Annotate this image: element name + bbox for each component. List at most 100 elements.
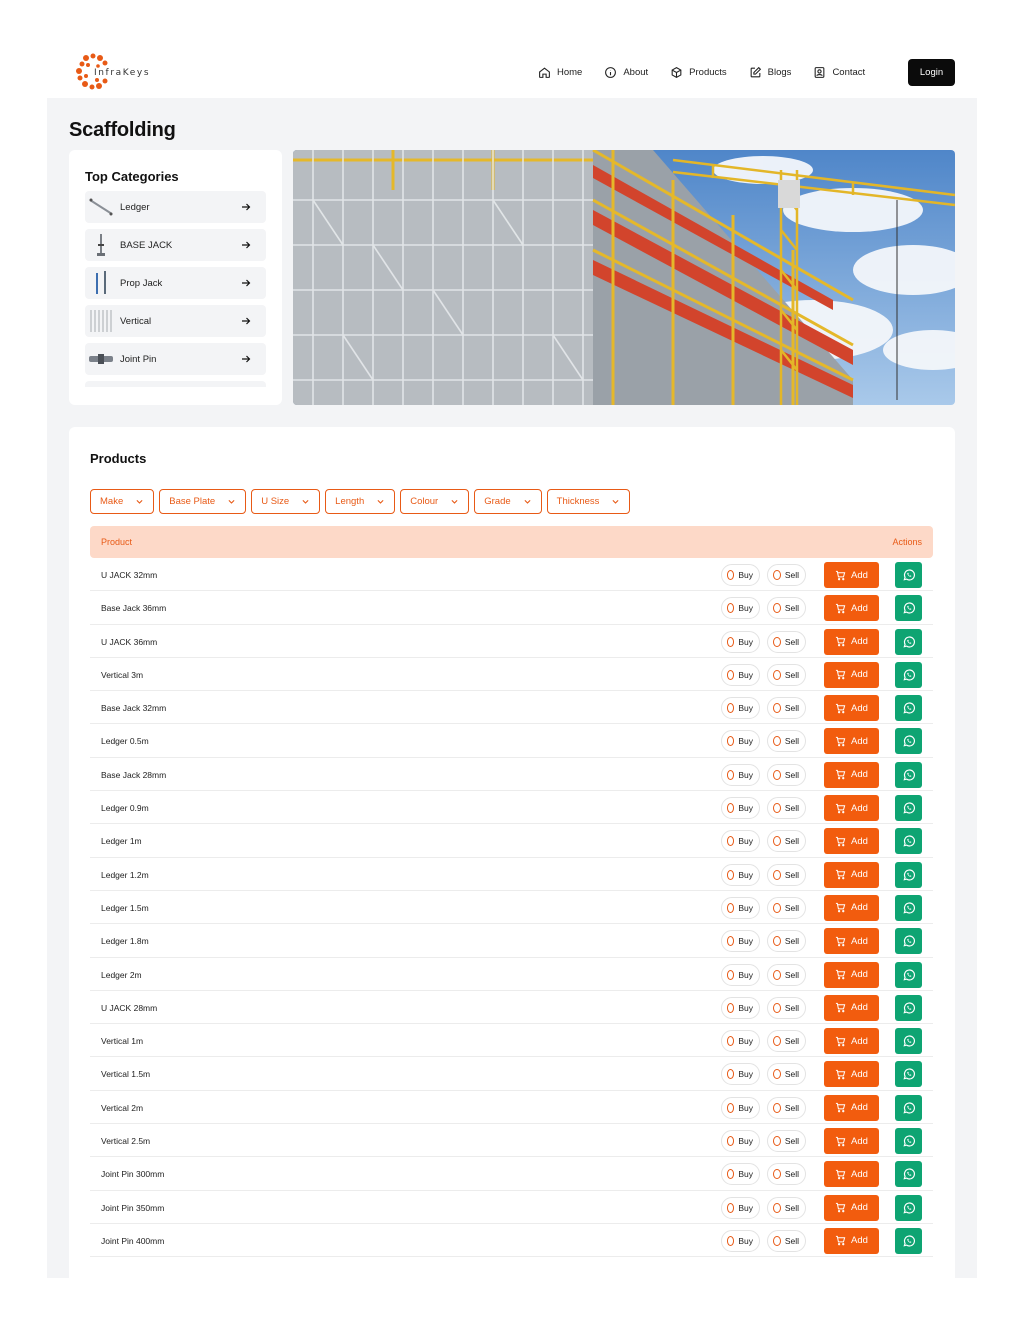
add-to-cart-button[interactable]: Add: [824, 994, 879, 1021]
add-to-cart-button[interactable]: Add: [824, 1094, 879, 1121]
add-to-cart-button[interactable]: Add: [824, 1227, 879, 1254]
buy-radio[interactable]: Buy: [721, 1096, 760, 1119]
category-item-base-jack[interactable]: BASE JACK: [85, 229, 266, 261]
sell-radio[interactable]: Sell: [767, 830, 806, 853]
buy-radio[interactable]: Buy: [721, 996, 760, 1019]
buy-radio[interactable]: Buy: [721, 1196, 760, 1219]
buy-radio[interactable]: Buy: [721, 963, 760, 986]
buy-radio[interactable]: Buy: [721, 663, 760, 686]
whatsapp-button[interactable]: [895, 695, 922, 722]
add-to-cart-button[interactable]: Add: [824, 961, 879, 988]
sell-radio[interactable]: Sell: [767, 1229, 806, 1252]
add-to-cart-button[interactable]: Add: [824, 1061, 879, 1088]
add-to-cart-button[interactable]: Add: [824, 1028, 879, 1055]
whatsapp-button[interactable]: [895, 928, 922, 955]
add-to-cart-button[interactable]: Add: [824, 861, 879, 888]
filter-length[interactable]: Length: [325, 489, 396, 514]
sell-radio[interactable]: Sell: [767, 963, 806, 986]
add-to-cart-button[interactable]: Add: [824, 661, 879, 688]
filter-colour[interactable]: Colour: [400, 489, 470, 514]
whatsapp-button[interactable]: [895, 795, 922, 822]
buy-radio[interactable]: Buy: [721, 1163, 760, 1186]
sell-radio[interactable]: Sell: [767, 1096, 806, 1119]
whatsapp-button[interactable]: [895, 861, 922, 888]
sell-radio[interactable]: Sell: [767, 697, 806, 720]
whatsapp-button[interactable]: [895, 1194, 922, 1221]
buy-radio[interactable]: Buy: [721, 763, 760, 786]
infrakeys-logo[interactable]: InfraKeys: [76, 52, 166, 92]
add-to-cart-button[interactable]: Add: [824, 928, 879, 955]
whatsapp-button[interactable]: [895, 1061, 922, 1088]
whatsapp-button[interactable]: [895, 628, 922, 655]
nav-blogs[interactable]: Blogs: [749, 62, 791, 82]
sell-radio[interactable]: Sell: [767, 630, 806, 653]
buy-radio[interactable]: Buy: [721, 1130, 760, 1153]
filter-thickness[interactable]: Thickness: [546, 489, 631, 514]
buy-radio[interactable]: Buy: [721, 564, 760, 586]
buy-radio[interactable]: Buy: [721, 830, 760, 853]
sell-radio[interactable]: Sell: [767, 1030, 806, 1053]
add-to-cart-button[interactable]: Add: [824, 761, 879, 788]
category-item-joint-pin[interactable]: Joint Pin: [85, 343, 266, 375]
sell-radio[interactable]: Sell: [767, 1063, 806, 1086]
whatsapp-button[interactable]: [895, 1227, 922, 1254]
add-to-cart-button[interactable]: Add: [824, 562, 879, 588]
add-to-cart-button[interactable]: Add: [824, 795, 879, 822]
buy-radio[interactable]: Buy: [721, 1063, 760, 1086]
category-item-prop-jack[interactable]: Prop Jack: [85, 267, 266, 299]
buy-radio[interactable]: Buy: [721, 1229, 760, 1252]
add-to-cart-button[interactable]: Add: [824, 828, 879, 855]
buy-radio[interactable]: Buy: [721, 697, 760, 720]
whatsapp-button[interactable]: [895, 1094, 922, 1121]
sell-radio[interactable]: Sell: [767, 564, 806, 586]
sell-radio[interactable]: Sell: [767, 1196, 806, 1219]
whatsapp-button[interactable]: [895, 828, 922, 855]
whatsapp-button[interactable]: [895, 728, 922, 755]
buy-radio[interactable]: Buy: [721, 863, 760, 886]
buy-radio[interactable]: Buy: [721, 896, 760, 919]
category-item-vertical[interactable]: Vertical: [85, 305, 266, 337]
sell-radio[interactable]: Sell: [767, 797, 806, 820]
whatsapp-button[interactable]: [895, 894, 922, 921]
nav-about[interactable]: About: [604, 62, 648, 82]
whatsapp-button[interactable]: [895, 761, 922, 788]
add-to-cart-button[interactable]: Add: [824, 894, 879, 921]
buy-radio[interactable]: Buy: [721, 930, 760, 953]
whatsapp-button[interactable]: [895, 595, 922, 622]
nav-home[interactable]: Home: [538, 62, 582, 82]
sell-radio[interactable]: Sell: [767, 996, 806, 1019]
buy-radio[interactable]: Buy: [721, 597, 760, 620]
filter-make[interactable]: Make: [90, 489, 155, 514]
whatsapp-button[interactable]: [895, 961, 922, 988]
add-to-cart-button[interactable]: Add: [824, 1161, 879, 1188]
whatsapp-button[interactable]: [895, 1128, 922, 1155]
buy-radio[interactable]: Buy: [721, 797, 760, 820]
nav-products[interactable]: Products: [670, 62, 727, 82]
filter-grade[interactable]: Grade: [474, 489, 542, 514]
filter-u-size[interactable]: U Size: [251, 489, 321, 514]
add-to-cart-button[interactable]: Add: [824, 628, 879, 655]
whatsapp-button[interactable]: [895, 1028, 922, 1055]
buy-radio[interactable]: Buy: [721, 630, 760, 653]
category-list[interactable]: Ledger BASE JACK Prop Jack Vertical Join…: [85, 191, 266, 387]
category-item-partial[interactable]: [85, 381, 266, 387]
nav-contact[interactable]: Contact: [813, 62, 865, 82]
sell-radio[interactable]: Sell: [767, 763, 806, 786]
category-item-ledger[interactable]: Ledger: [85, 191, 266, 223]
add-to-cart-button[interactable]: Add: [824, 728, 879, 755]
add-to-cart-button[interactable]: Add: [824, 695, 879, 722]
sell-radio[interactable]: Sell: [767, 863, 806, 886]
whatsapp-button[interactable]: [895, 562, 922, 588]
filter-base-plate[interactable]: Base Plate: [159, 489, 247, 514]
sell-radio[interactable]: Sell: [767, 1163, 806, 1186]
sell-radio[interactable]: Sell: [767, 663, 806, 686]
add-to-cart-button[interactable]: Add: [824, 1194, 879, 1221]
sell-radio[interactable]: Sell: [767, 730, 806, 753]
whatsapp-button[interactable]: [895, 661, 922, 688]
buy-radio[interactable]: Buy: [721, 1030, 760, 1053]
add-to-cart-button[interactable]: Add: [824, 595, 879, 622]
add-to-cart-button[interactable]: Add: [824, 1128, 879, 1155]
sell-radio[interactable]: Sell: [767, 930, 806, 953]
login-button[interactable]: Login: [908, 59, 955, 86]
whatsapp-button[interactable]: [895, 994, 922, 1021]
